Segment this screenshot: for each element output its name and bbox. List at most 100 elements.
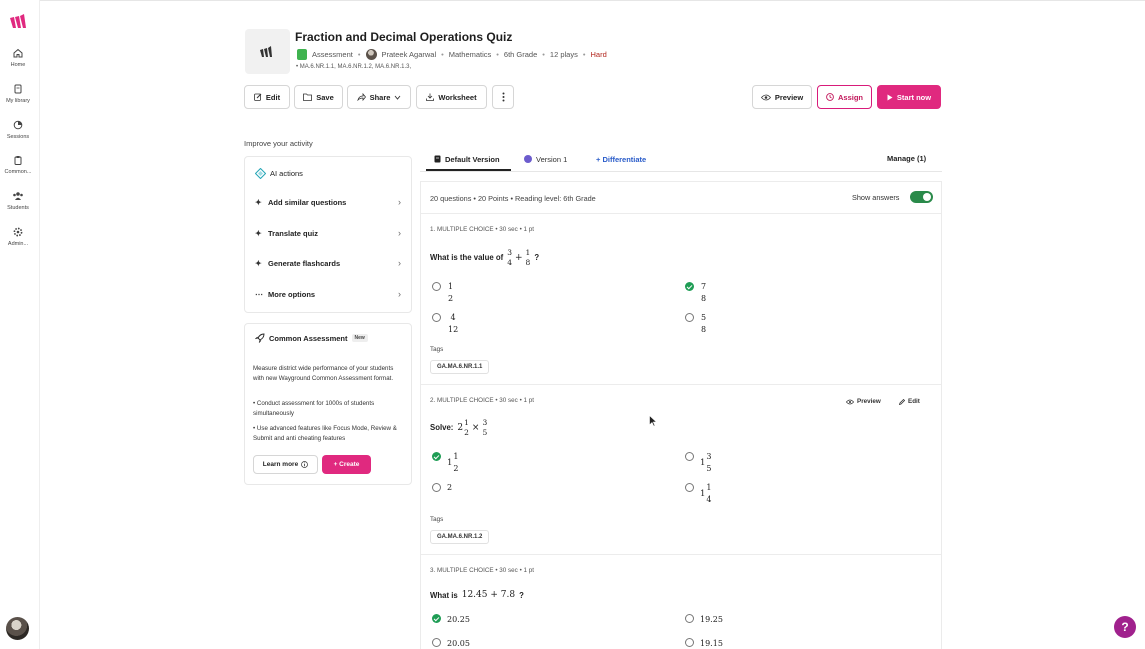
sessions-icon: [13, 120, 23, 130]
correct-check-icon[interactable]: [432, 452, 441, 461]
sidebar-item-students[interactable]: Students: [0, 191, 36, 211]
edit-button[interactable]: Edit: [244, 85, 290, 109]
quiz-summary: 20 questions • 20 Points • Reading level…: [430, 194, 596, 203]
save-button[interactable]: Save: [294, 85, 343, 109]
chevron-right-icon: ›: [398, 258, 401, 268]
rocket-icon: [255, 333, 265, 343]
share-button[interactable]: Share: [347, 85, 411, 109]
sparkle-icon: ✦: [255, 197, 262, 207]
option-radio[interactable]: [432, 638, 441, 647]
learn-more-button[interactable]: Learn more: [253, 455, 318, 474]
wayground-logo[interactable]: [9, 13, 29, 29]
create-button[interactable]: + Create: [322, 455, 371, 474]
sidebar-item-library[interactable]: My library: [0, 84, 36, 104]
option-denominator: 2: [448, 294, 454, 303]
play-icon: [887, 94, 893, 100]
mixed-integer: 2: [457, 422, 464, 433]
start-now-label: Start now: [896, 92, 932, 102]
standard-tag[interactable]: GA.MA.6.NR.1.2: [430, 530, 490, 544]
preview-button[interactable]: Preview: [752, 85, 812, 109]
quiz-meta: Assessment • Prateek Agarwal • Mathemati…: [297, 48, 607, 60]
option-denominator: 5: [706, 464, 712, 473]
user-avatar[interactable]: [6, 617, 29, 640]
question-edit-button[interactable]: Edit: [899, 398, 920, 405]
option-radio[interactable]: [685, 313, 694, 322]
tab-default-version[interactable]: Default Version: [434, 152, 500, 166]
math-expression: 12.45 + 7.8: [461, 590, 516, 600]
sidebar-item-label: Admin...: [7, 241, 29, 247]
folder-icon: [303, 93, 313, 101]
sidebar-item-label: Home: [10, 62, 26, 68]
question-preview-button[interactable]: Preview: [846, 398, 881, 405]
tags-label: Tags: [430, 346, 444, 353]
sidebar-item-label: Students: [7, 205, 29, 211]
preview-label: Preview: [857, 398, 881, 405]
option-denominator: 8: [701, 325, 707, 334]
option-numerator: 7: [701, 282, 707, 291]
more-options-button[interactable]: [492, 85, 514, 109]
option-radio[interactable]: [685, 452, 694, 461]
sidebar-item-home[interactable]: Home: [0, 48, 36, 68]
math-operator: +: [515, 252, 523, 263]
option-radio[interactable]: [685, 638, 694, 647]
quiz-standards: • MA.6.NR.1.1, MA.6.NR.1.2, MA.6.NR.1.3,: [296, 64, 412, 70]
prompt-text: What is the value of: [430, 253, 504, 262]
pencil-icon: [254, 93, 262, 101]
tab-version-1[interactable]: Version 1: [524, 152, 567, 166]
question-header: 1. MULTIPLE CHOICE • 30 sec • 1 pt: [430, 226, 535, 233]
more-options-item[interactable]: ⋯ More options ›: [255, 285, 401, 303]
learn-more-label: Learn more: [262, 461, 299, 468]
improve-heading: Improve your activity: [244, 139, 313, 148]
translate-quiz-item[interactable]: ✦ Translate quiz ›: [255, 224, 401, 242]
add-similar-questions-item[interactable]: ✦ Add similar questions ›: [255, 193, 401, 211]
quiz-author[interactable]: Prateek Agarwal: [382, 50, 437, 59]
question-prompt: What is the value of 34 + 18 ?: [430, 248, 539, 267]
common-assessment-bullet: • Conduct assessment for 1000s of studen…: [253, 400, 375, 417]
manage-versions-button[interactable]: Manage (1): [887, 154, 926, 163]
divider: [421, 181, 941, 182]
separator: •: [582, 49, 586, 59]
fraction-denominator: 2: [464, 428, 469, 437]
sidebar-item-sessions[interactable]: Sessions: [0, 120, 36, 140]
tab-label: Version 1: [536, 154, 568, 164]
common-assessment-header: Common Assessment New: [255, 333, 368, 343]
generate-flashcards-item[interactable]: ✦ Generate flashcards ›: [255, 254, 401, 272]
option-numerator: 1: [453, 452, 459, 461]
ai-actions-header: AI actions: [255, 164, 401, 182]
sidebar-item-common[interactable]: Common...: [0, 155, 36, 175]
ai-sparkle-icon: [255, 167, 266, 179]
correct-check-icon[interactable]: [685, 282, 694, 291]
share-label: Share: [369, 92, 391, 102]
sparkle-icon: ✦: [255, 258, 262, 268]
option-radio[interactable]: [432, 313, 441, 322]
pencil-icon: [899, 398, 905, 405]
fraction-denominator: 8: [525, 258, 531, 267]
answer-option: 112: [447, 451, 459, 475]
quiz-thumbnail: [245, 29, 290, 74]
answer-option: 78: [701, 281, 706, 305]
option-radio[interactable]: [432, 282, 441, 291]
fraction-numerator: 1: [525, 248, 531, 257]
quiz-difficulty: Hard: [590, 49, 607, 59]
option-radio[interactable]: [685, 483, 694, 492]
ellipsis-icon: ⋯: [255, 289, 263, 299]
option-radio[interactable]: [432, 483, 441, 492]
chevron-right-icon: ›: [398, 197, 401, 207]
start-now-button[interactable]: Start now: [877, 85, 941, 109]
ai-item-label: Add similar questions: [268, 197, 347, 207]
worksheet-button[interactable]: Worksheet: [416, 85, 487, 109]
worksheet-label: Worksheet: [438, 92, 477, 102]
tabs-divider: [420, 171, 942, 172]
correct-check-icon[interactable]: [432, 614, 441, 623]
option-denominator: 8: [701, 294, 707, 303]
sidebar-item-admin[interactable]: Admin...: [0, 227, 36, 247]
help-button[interactable]: ?: [1114, 616, 1136, 638]
option-radio[interactable]: [685, 614, 694, 623]
kebab-menu-icon: [502, 92, 504, 102]
standard-tag[interactable]: GA.MA.6.NR.1.1: [430, 360, 490, 374]
answer-option: 19.25: [700, 615, 723, 624]
show-answers-toggle[interactable]: [910, 191, 933, 203]
differentiate-button[interactable]: + Differentiate: [596, 152, 646, 166]
wayground-logo-thumb: [260, 46, 272, 57]
assign-button[interactable]: Assign: [817, 85, 872, 109]
